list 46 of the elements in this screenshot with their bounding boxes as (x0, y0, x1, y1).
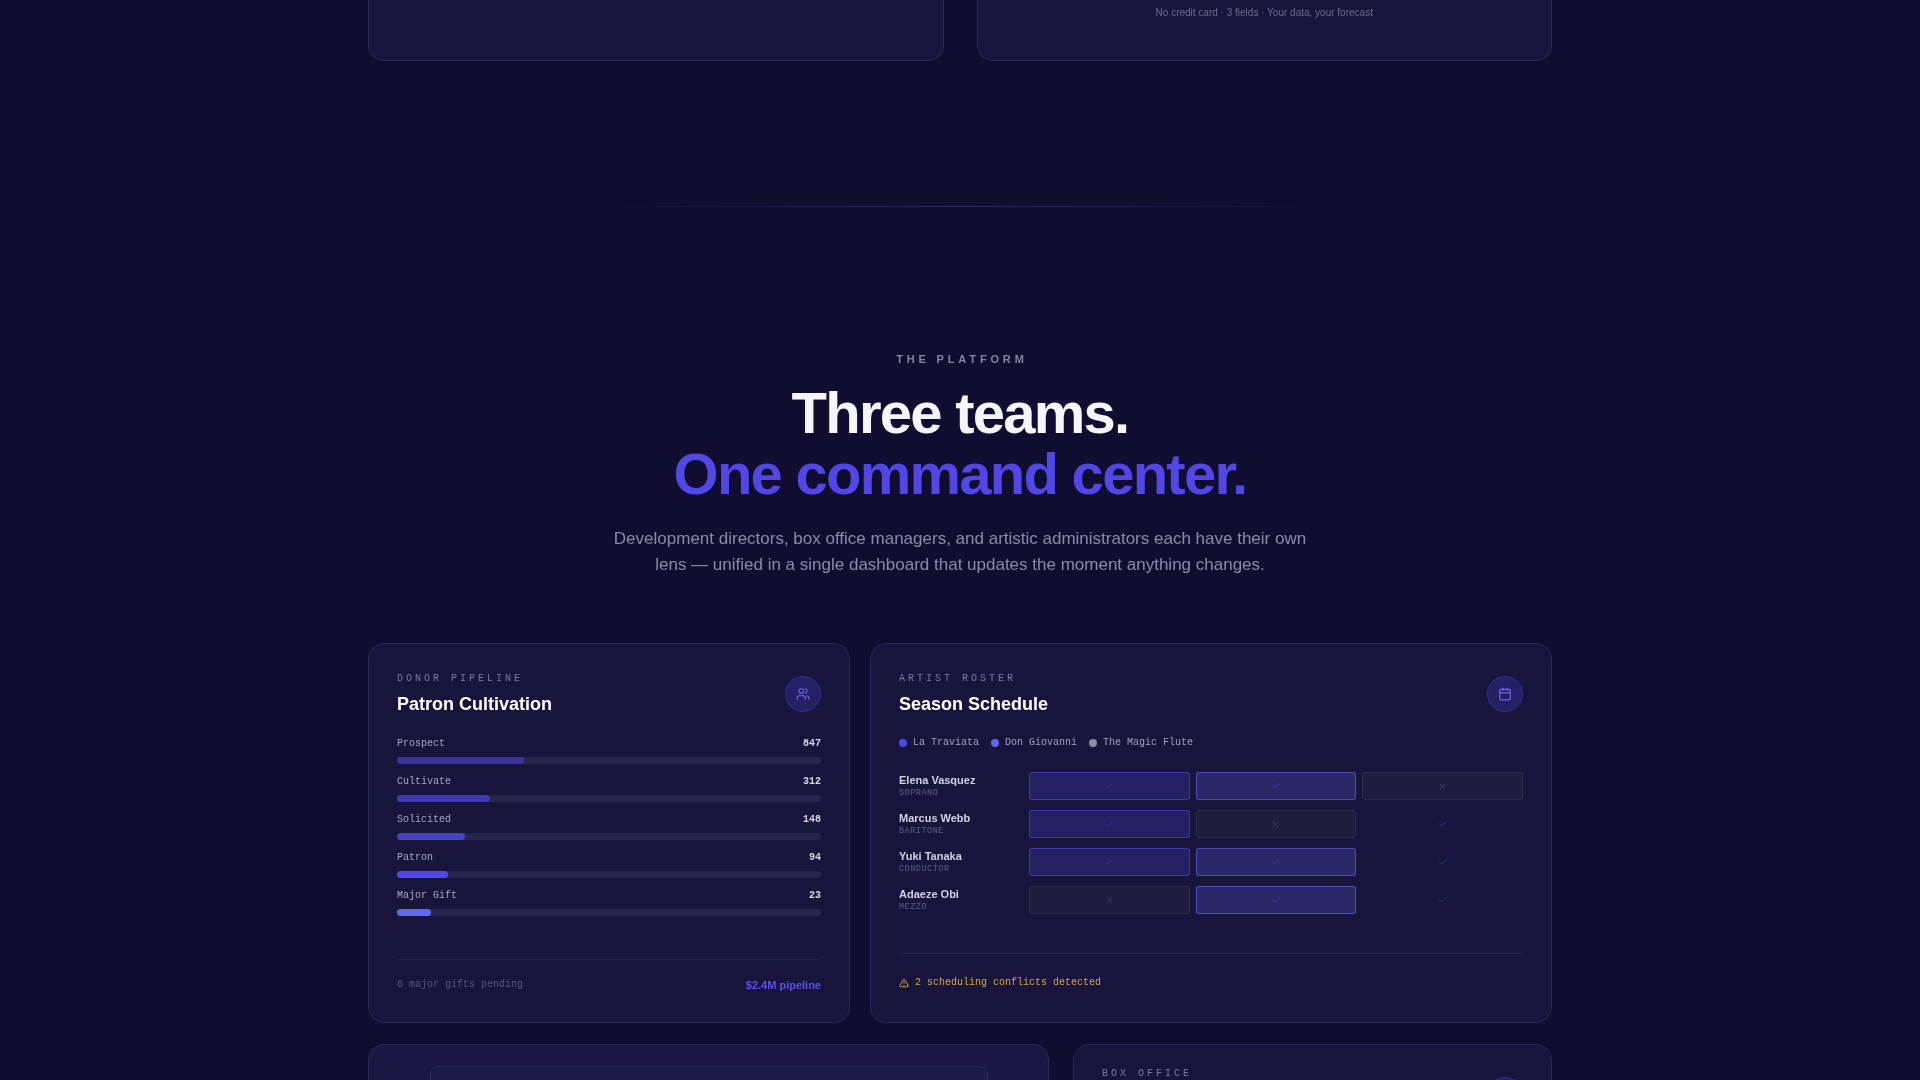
stage-label: Cultivate (397, 775, 451, 789)
footer-note: 6 major gifts pending (397, 978, 524, 992)
headline: Three teams. (791, 382, 1129, 443)
legend-label: La Traviata (913, 736, 979, 750)
headline-accent: One command center. (673, 443, 1247, 504)
check-icon (1104, 781, 1115, 791)
stage-count: 312 (803, 775, 821, 789)
stage-count: 847 (803, 737, 821, 751)
artist-name: Yuki Tanaka (899, 849, 963, 863)
check-icon (1271, 857, 1281, 867)
card-title: Patron Cultivation (397, 693, 552, 716)
pipeline-total: $2.4M pipeline (745, 978, 821, 992)
artist-role: BARITONE (899, 825, 945, 837)
section-eyebrow: THE PLATFORM (895, 352, 1028, 367)
stage-count: 23 (809, 889, 821, 903)
check-icon (1271, 895, 1281, 905)
stage-label: Patron (397, 851, 433, 865)
calendar-icon (1487, 676, 1523, 712)
card-eyebrow: BOX OFFICE (1102, 1067, 1192, 1080)
card-note: No credit card · 3 fields · Your data, your forecast (1155, 6, 1373, 20)
card-eyebrow: DONOR PIPELINE (397, 672, 524, 686)
stage-count: 94 (809, 851, 821, 865)
artist-role: MEZZO (899, 901, 929, 913)
legend-label: Don Giovanni (1005, 736, 1078, 750)
artist-name: Marcus Webb (899, 811, 972, 825)
x-icon (1104, 895, 1114, 905)
check-icon (1104, 857, 1115, 867)
artist-name: Adaeze Obi (899, 887, 960, 901)
conflict-message: 2 scheduling conflicts detected (915, 976, 1102, 990)
stage-count: 148 (803, 813, 821, 827)
stage-label: Prospect (397, 737, 445, 751)
card-eyebrow: ARTIST ROSTER (899, 672, 1017, 686)
section-description: Development directors, box office managers, and artistic administrators each have their own lens — unified in a single dashboard that updates the moment anything changes. (612, 528, 1308, 576)
artist-name: Elena Vasquez (899, 773, 977, 787)
artist-role: SOPRANO (899, 787, 940, 799)
card-title: Season Schedule (899, 693, 1049, 716)
stage-label: Major Gift (397, 889, 457, 903)
artist-role: CONDUCTOR (899, 863, 951, 875)
check-icon (1104, 819, 1115, 829)
x-icon (1271, 819, 1281, 829)
x-icon (1438, 781, 1448, 791)
check-icon (1271, 781, 1281, 791)
stage-label: Solicited (397, 813, 451, 827)
people-icon (785, 676, 821, 712)
legend-label: The Magic Flute (1103, 736, 1194, 750)
warning-icon (899, 978, 909, 988)
